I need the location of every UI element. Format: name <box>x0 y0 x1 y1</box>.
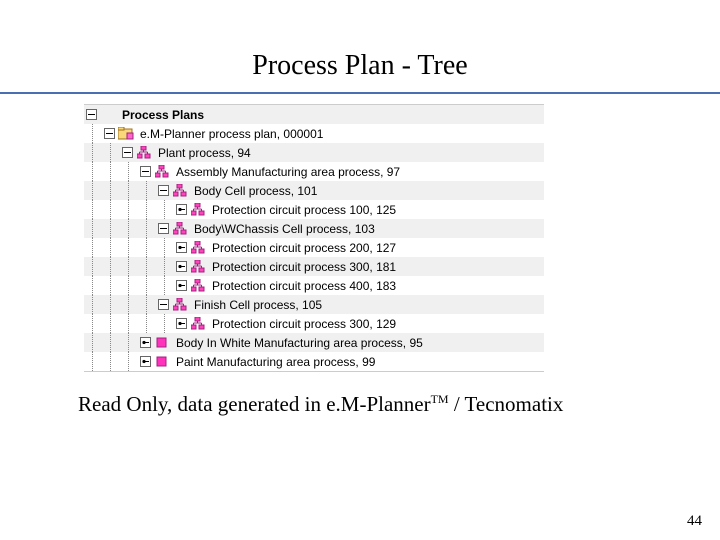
caption-sup: TM <box>431 392 449 406</box>
tree-row[interactable]: Protection circuit process 300, 129 <box>84 314 544 333</box>
tree-node-label: Protection circuit process 300, 129 <box>210 317 396 331</box>
collapse-icon[interactable] <box>156 184 170 198</box>
tree-node-label: e.M-Planner process plan, 000001 <box>138 127 323 141</box>
collapse-icon[interactable] <box>156 298 170 312</box>
tree-node-label: Protection circuit process 200, 127 <box>210 241 396 255</box>
proc-icon <box>190 203 206 217</box>
tree-root-row[interactable]: Process Plans <box>84 105 544 124</box>
tree-node-label: Plant process, 94 <box>156 146 251 160</box>
tree-row[interactable]: Finish Cell process, 105 <box>84 295 544 314</box>
key-icon[interactable] <box>138 336 152 350</box>
process-tree: Process Plans e.M-Planner process plan, … <box>84 104 544 372</box>
tree-node-label: Assembly Manufacturing area process, 97 <box>174 165 400 179</box>
page-title: Process Plan - Tree <box>0 0 720 92</box>
tree-row[interactable]: Body\WChassis Cell process, 103 <box>84 219 544 238</box>
tree-row[interactable]: Body Cell process, 101 <box>84 181 544 200</box>
page-number: 44 <box>687 513 702 530</box>
tree-node-label: Protection circuit process 400, 183 <box>210 279 396 293</box>
proc-icon <box>172 298 188 312</box>
folder-icon <box>118 127 134 141</box>
tree-node-label: Body Cell process, 101 <box>192 184 317 198</box>
tree-root-label: Process Plans <box>120 108 204 122</box>
root-icon <box>100 108 116 122</box>
proc-icon <box>190 279 206 293</box>
caption-text-pre: Read Only, data generated in e.M-Planner <box>78 392 431 416</box>
collapse-icon[interactable] <box>102 127 116 141</box>
tree-node-label: Paint Manufacturing area process, 99 <box>174 355 375 369</box>
tree-row[interactable]: Protection circuit process 100, 125 <box>84 200 544 219</box>
expand-icon[interactable] <box>84 108 98 122</box>
proc-icon <box>190 317 206 331</box>
tree-node-label: Body\WChassis Cell process, 103 <box>192 222 375 236</box>
key-icon[interactable] <box>138 355 152 369</box>
proc-icon <box>172 184 188 198</box>
tree-row[interactable]: Protection circuit process 400, 183 <box>84 276 544 295</box>
proc-icon <box>190 241 206 255</box>
box-icon <box>154 336 170 350</box>
key-icon[interactable] <box>174 260 188 274</box>
proc-icon <box>154 165 170 179</box>
divider <box>0 92 720 94</box>
caption: Read Only, data generated in e.M-Planner… <box>78 392 720 417</box>
proc-icon <box>136 146 152 160</box>
tree-row[interactable]: e.M-Planner process plan, 000001 <box>84 124 544 143</box>
tree-row[interactable]: Plant process, 94 <box>84 143 544 162</box>
tree-node-label: Body In White Manufacturing area process… <box>174 336 423 350</box>
tree-row[interactable]: Body In White Manufacturing area process… <box>84 333 544 352</box>
collapse-icon[interactable] <box>120 146 134 160</box>
key-icon[interactable] <box>174 279 188 293</box>
proc-icon <box>190 260 206 274</box>
tree-node-label: Finish Cell process, 105 <box>192 298 322 312</box>
tree-node-label: Protection circuit process 300, 181 <box>210 260 396 274</box>
tree-row[interactable]: Paint Manufacturing area process, 99 <box>84 352 544 371</box>
tree-row[interactable]: Protection circuit process 300, 181 <box>84 257 544 276</box>
key-icon[interactable] <box>174 203 188 217</box>
tree-row[interactable]: Protection circuit process 200, 127 <box>84 238 544 257</box>
collapse-icon[interactable] <box>156 222 170 236</box>
caption-text-post: / Tecnomatix <box>449 392 564 416</box>
tree-node-label: Protection circuit process 100, 125 <box>210 203 396 217</box>
key-icon[interactable] <box>174 317 188 331</box>
key-icon[interactable] <box>174 241 188 255</box>
box-icon <box>154 355 170 369</box>
proc-icon <box>172 222 188 236</box>
collapse-icon[interactable] <box>138 165 152 179</box>
tree-row[interactable]: Assembly Manufacturing area process, 97 <box>84 162 544 181</box>
